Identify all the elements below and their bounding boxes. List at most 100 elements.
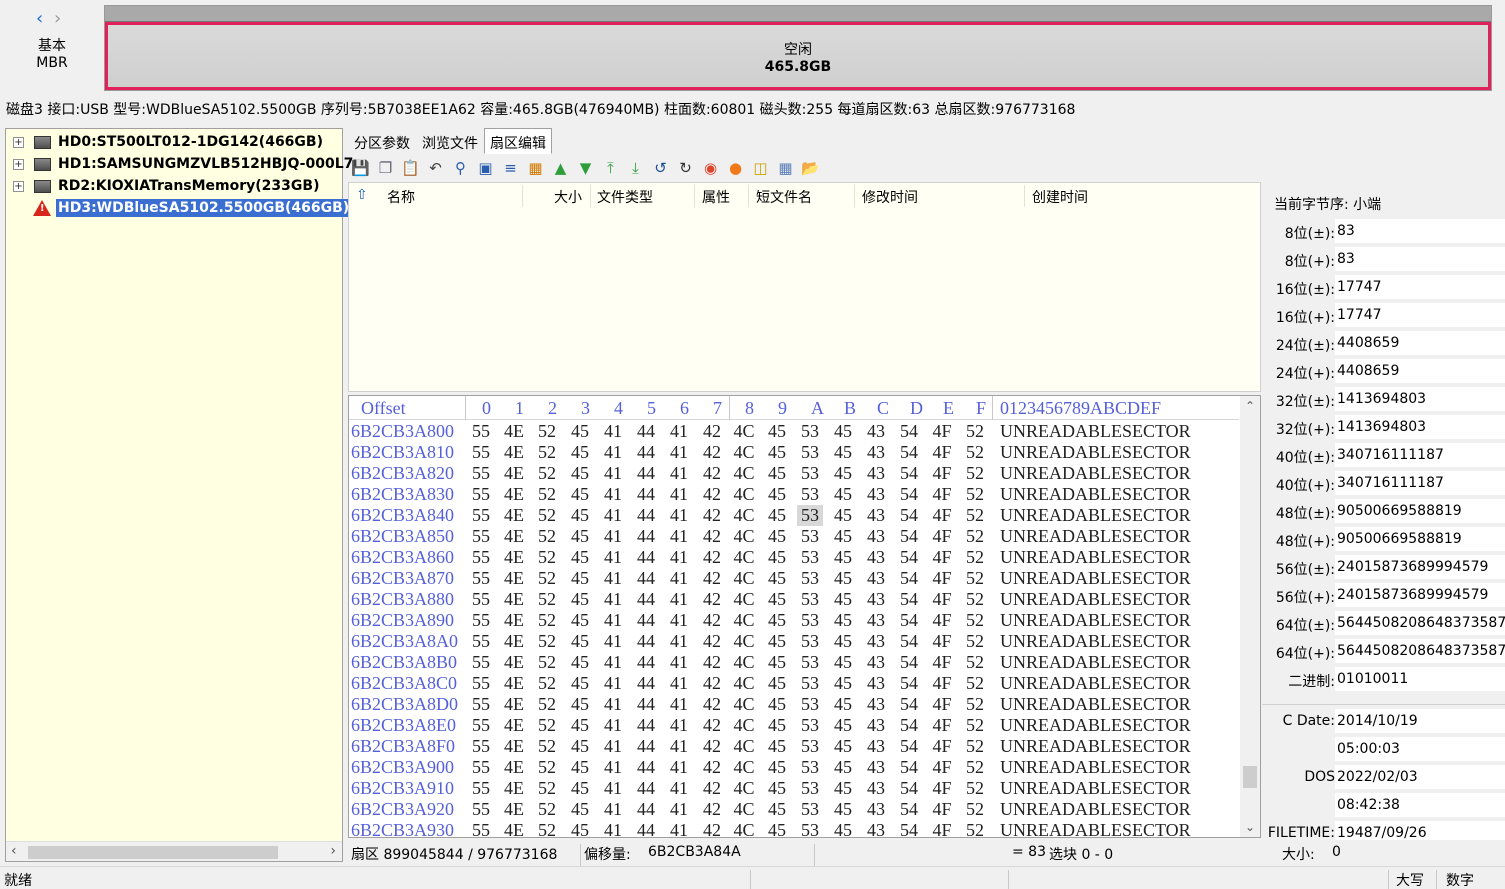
hex-byte[interactable]: 4F	[929, 421, 955, 442]
tab-sector-editor[interactable]: 扇区编辑	[484, 128, 552, 154]
hex-byte[interactable]: 45	[830, 652, 856, 673]
row-ascii[interactable]: UNREADABLESECTOR	[1000, 778, 1191, 799]
hex-byte[interactable]: 53	[797, 505, 823, 526]
hex-byte[interactable]: 45	[830, 820, 856, 837]
hex-byte[interactable]: 53	[797, 589, 823, 610]
inspector-value[interactable]: 340716111187	[1335, 471, 1505, 495]
hex-byte[interactable]: 45	[764, 631, 790, 652]
previous-sector-icon[interactable]: ▲	[550, 158, 571, 179]
hex-byte[interactable]: 45	[830, 463, 856, 484]
hex-byte[interactable]: 41	[666, 799, 692, 820]
hex-byte[interactable]: 42	[699, 799, 725, 820]
hex-byte[interactable]: 55	[468, 610, 494, 631]
hex-byte[interactable]: 52	[534, 610, 560, 631]
hex-byte[interactable]: 42	[699, 694, 725, 715]
hex-byte[interactable]: 52	[534, 799, 560, 820]
hex-byte[interactable]: 4E	[501, 652, 527, 673]
hex-byte[interactable]: 4F	[929, 589, 955, 610]
hex-byte[interactable]: 45	[764, 442, 790, 463]
hex-byte[interactable]: 4C	[731, 778, 757, 799]
hex-byte[interactable]: 52	[534, 505, 560, 526]
hex-byte[interactable]: 45	[567, 757, 593, 778]
hex-byte[interactable]: 44	[633, 673, 659, 694]
hex-row[interactable]: 6B2CB3A870 55 4E 52 45 41 44 41 42 4C 45 53 45 43 54 4F…	[349, 568, 1239, 589]
hex-byte[interactable]: 52	[534, 778, 560, 799]
grid-view-icon[interactable]: ▦	[775, 158, 796, 179]
column-size[interactable]: 大小	[554, 187, 582, 207]
hex-byte[interactable]: 52	[534, 757, 560, 778]
hex-byte[interactable]: 52	[962, 547, 988, 568]
hex-byte[interactable]: 41	[600, 589, 626, 610]
hex-byte[interactable]: 43	[863, 526, 889, 547]
hex-byte[interactable]: 45	[567, 736, 593, 757]
hex-byte[interactable]: 4C	[731, 421, 757, 442]
hex-byte[interactable]: 43	[863, 715, 889, 736]
row-ascii[interactable]: UNREADABLESECTOR	[1000, 694, 1191, 715]
hex-byte[interactable]: 44	[633, 442, 659, 463]
hex-byte[interactable]: 42	[699, 715, 725, 736]
hex-byte[interactable]: 43	[863, 694, 889, 715]
hex-byte[interactable]: 45	[764, 757, 790, 778]
hex-byte[interactable]: 54	[896, 421, 922, 442]
hex-byte[interactable]: 44	[633, 715, 659, 736]
hex-byte[interactable]: 42	[699, 736, 725, 757]
column-modified[interactable]: 修改时间	[862, 187, 918, 207]
hex-byte[interactable]: 4E	[501, 736, 527, 757]
hex-byte[interactable]: 54	[896, 442, 922, 463]
free-space-block[interactable]: 空闲 465.8GB	[105, 22, 1491, 90]
hex-byte[interactable]: 44	[633, 631, 659, 652]
forward-arrow-icon[interactable]: ›	[54, 10, 61, 28]
inspector-value[interactable]: 2022/02/03	[1335, 765, 1505, 789]
hex-byte[interactable]: 52	[534, 589, 560, 610]
hex-byte[interactable]: 4F	[929, 610, 955, 631]
inspector-value[interactable]: 90500669588819	[1335, 499, 1505, 523]
hex-byte[interactable]: 55	[468, 778, 494, 799]
hex-byte[interactable]: 45	[764, 547, 790, 568]
inspector-value[interactable]: 4408659	[1335, 359, 1505, 383]
hex-byte[interactable]: 52	[534, 568, 560, 589]
inspector-value[interactable]: 83	[1335, 219, 1505, 243]
hex-byte[interactable]: 55	[468, 694, 494, 715]
inspector-value[interactable]: 17747	[1335, 303, 1505, 327]
hex-byte[interactable]: 4E	[501, 673, 527, 694]
hex-byte[interactable]: 45	[567, 421, 593, 442]
column-type[interactable]: 文件类型	[597, 187, 653, 207]
back-arrow-icon[interactable]: ‹	[36, 10, 43, 28]
hex-byte[interactable]: 4C	[731, 715, 757, 736]
hex-byte[interactable]: 42	[699, 652, 725, 673]
hex-byte[interactable]: 53	[797, 484, 823, 505]
hex-byte[interactable]: 45	[830, 547, 856, 568]
expand-icon[interactable]: +	[13, 137, 24, 148]
hex-byte[interactable]: 4E	[501, 694, 527, 715]
hex-byte[interactable]: 52	[962, 505, 988, 526]
hex-byte[interactable]: 54	[896, 757, 922, 778]
scroll-up-icon[interactable]: ⌃	[1245, 399, 1255, 413]
hex-byte[interactable]: 45	[764, 568, 790, 589]
hex-byte[interactable]: 54	[896, 484, 922, 505]
hex-byte[interactable]: 4F	[929, 463, 955, 484]
hex-byte[interactable]: 41	[600, 799, 626, 820]
hex-byte[interactable]: 4C	[731, 757, 757, 778]
hex-byte[interactable]: 4E	[501, 484, 527, 505]
hex-byte[interactable]: 42	[699, 484, 725, 505]
hex-byte[interactable]: 54	[896, 526, 922, 547]
hex-byte[interactable]: 45	[830, 631, 856, 652]
scroll-left-icon[interactable]: ‹	[11, 843, 17, 859]
hex-byte[interactable]: 53	[797, 631, 823, 652]
hex-byte[interactable]: 45	[567, 505, 593, 526]
orange-ball-icon[interactable]: ●	[725, 158, 746, 179]
hex-byte[interactable]: 41	[600, 736, 626, 757]
hex-byte[interactable]: 53	[797, 463, 823, 484]
hex-byte[interactable]: 41	[666, 589, 692, 610]
hex-byte[interactable]: 41	[666, 715, 692, 736]
hex-byte[interactable]: 41	[600, 673, 626, 694]
hex-byte[interactable]: 45	[567, 694, 593, 715]
hex-byte[interactable]: 45	[830, 526, 856, 547]
hex-byte[interactable]: 52	[534, 694, 560, 715]
hex-byte[interactable]: 45	[567, 610, 593, 631]
hex-byte[interactable]: 4C	[731, 442, 757, 463]
hex-byte[interactable]: 4F	[929, 631, 955, 652]
hex-byte[interactable]: 4C	[731, 589, 757, 610]
hex-byte[interactable]: 4C	[731, 610, 757, 631]
hex-byte[interactable]: 41	[600, 547, 626, 568]
